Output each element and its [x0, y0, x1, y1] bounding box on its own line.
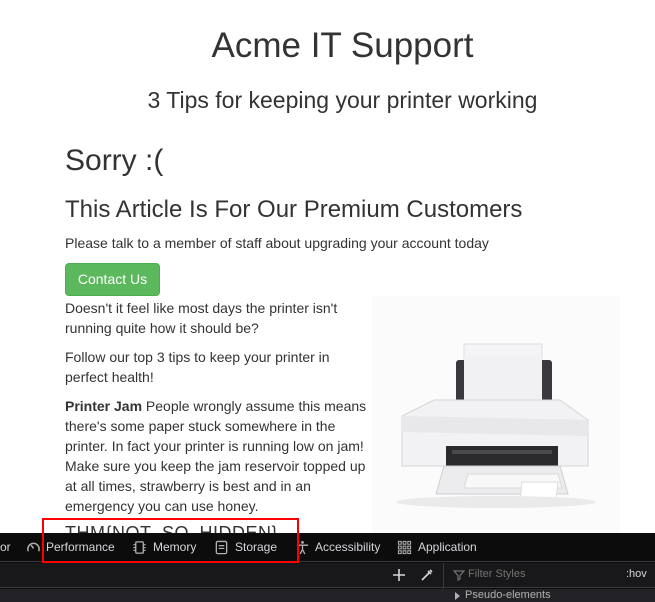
pseudo-elements-label: Pseudo-elements — [465, 589, 551, 601]
printer-jam-label: Printer Jam — [65, 398, 143, 414]
devtools-toolbar: Filter Styles :hov — [0, 563, 655, 602]
filter-styles-input[interactable]: Filter Styles — [468, 568, 525, 580]
article-body: Doesn't it feel like most days the print… — [65, 298, 370, 525]
site-title: Acme IT Support — [211, 26, 474, 65]
tab-accessibility[interactable]: Accessibility — [295, 533, 385, 562]
upgrade-message: Please talk to a member of staff about u… — [65, 235, 489, 251]
tab-accessibility-label: Accessibility — [315, 540, 381, 554]
printer-image — [372, 296, 620, 533]
highlight-box — [42, 518, 299, 563]
tab-partial-label: or — [0, 540, 11, 554]
add-rule-icon[interactable] — [392, 568, 406, 582]
sorry-heading: Sorry :( — [65, 144, 164, 177]
web-page: Acme IT Support 3 Tips for keeping your … — [0, 0, 655, 533]
eyedropper-icon[interactable] — [420, 568, 434, 582]
contact-us-button[interactable]: Contact Us — [65, 263, 160, 296]
expand-arrow-icon — [455, 592, 460, 600]
article-paragraph-2: Follow our top 3 tips to keep your print… — [65, 349, 330, 385]
premium-heading: This Article Is For Our Premium Customer… — [65, 196, 523, 223]
pseudo-elements-row[interactable]: Pseudo-elements — [0, 589, 655, 602]
tab-application[interactable]: Application — [397, 533, 482, 562]
printer-jam-text: People wrongly assume this means there's… — [65, 398, 367, 514]
application-grid-icon — [397, 540, 412, 555]
article-paragraph-3: Printer Jam People wrongly assume this m… — [65, 396, 370, 516]
gauge-icon — [27, 542, 40, 552]
tab-application-label: Application — [418, 540, 477, 554]
site-subtitle: 3 Tips for keeping your printer working — [147, 87, 538, 113]
hov-toggle[interactable]: :hov — [626, 568, 647, 580]
article-paragraph-1: Doesn't it feel like most days the print… — [65, 300, 338, 336]
filter-icon — [453, 570, 465, 581]
